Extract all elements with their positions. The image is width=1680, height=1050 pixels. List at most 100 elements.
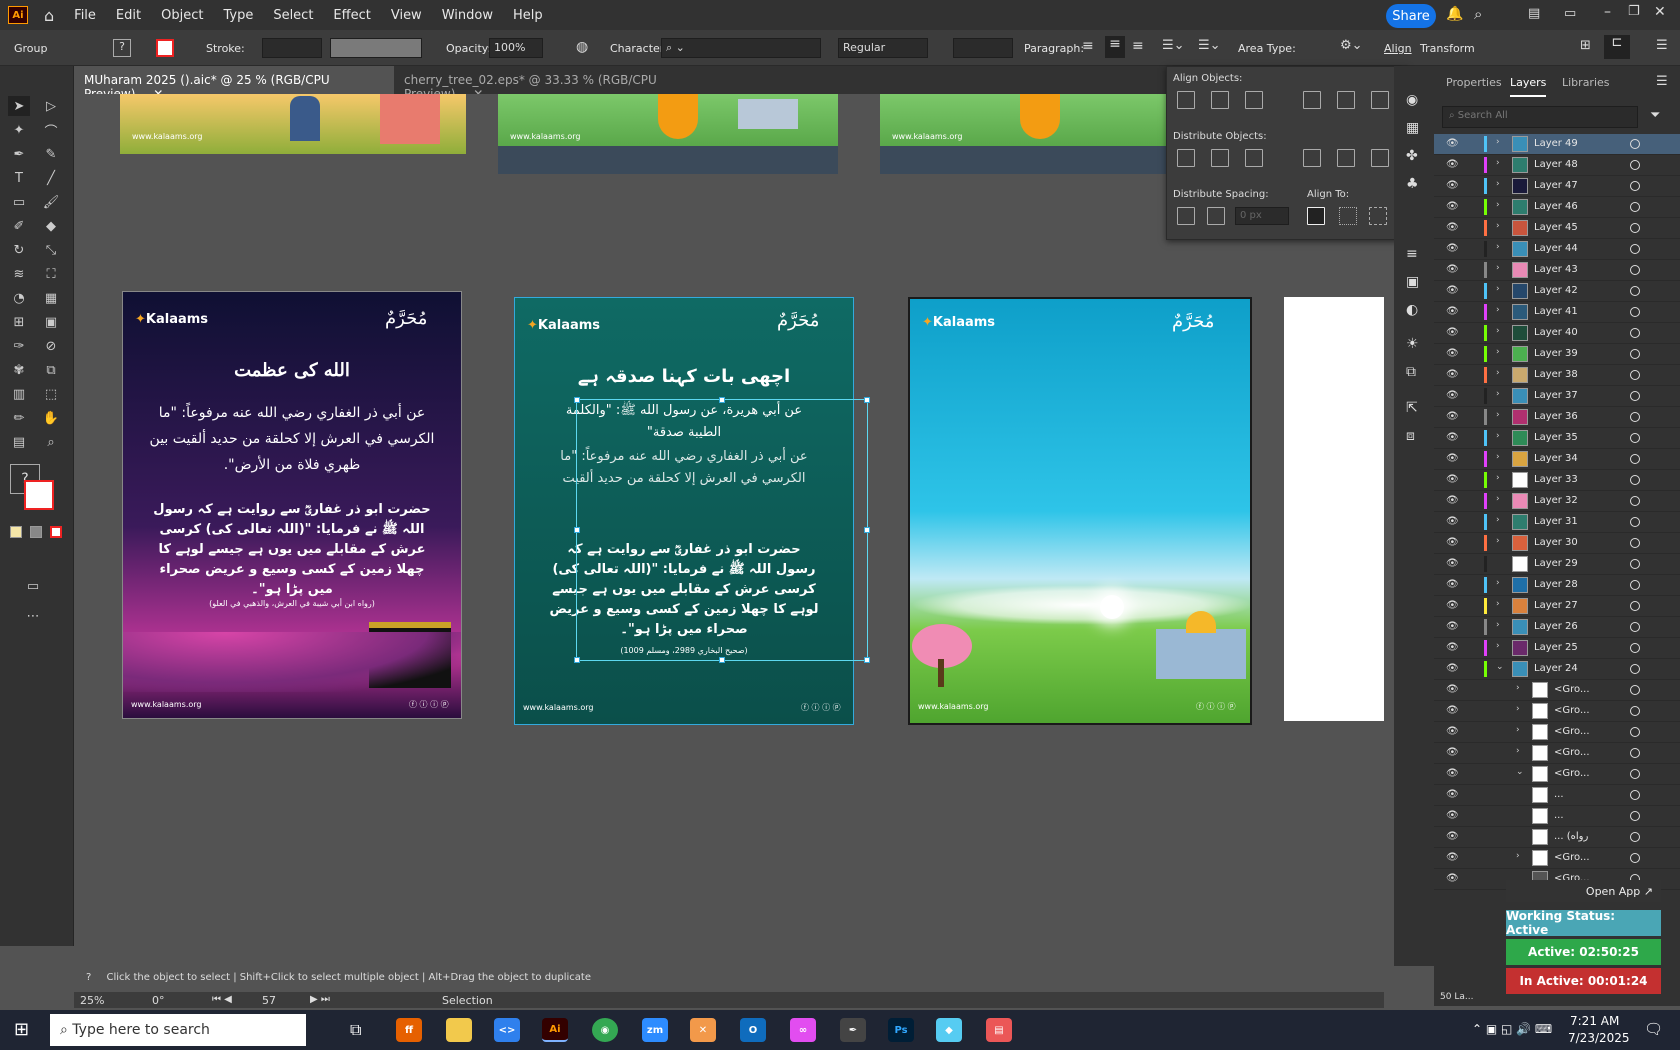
visibility-eye-icon[interactable]: 👁 [1446, 789, 1459, 800]
illustrator-taskbar-icon[interactable]: Ai [542, 1018, 568, 1042]
target-circle-icon[interactable] [1630, 349, 1640, 359]
expand-arrow-icon[interactable]: › [1496, 473, 1500, 483]
expand-arrow-icon[interactable]: › [1496, 410, 1500, 420]
vertical-align-bottom-icon[interactable] [1371, 91, 1389, 109]
swatches-panel-icon[interactable]: ▦ [1406, 120, 1419, 136]
expand-arrow-icon[interactable]: › [1496, 599, 1500, 609]
visibility-eye-icon[interactable]: 👁 [1446, 327, 1459, 338]
expand-arrow-icon[interactable]: › [1496, 263, 1500, 273]
target-circle-icon[interactable] [1630, 727, 1640, 737]
layers-search-input[interactable]: ⌕ Search All [1442, 106, 1638, 128]
target-circle-icon[interactable] [1630, 454, 1640, 464]
chrome-icon[interactable]: ◉ [592, 1018, 618, 1042]
target-circle-icon[interactable] [1630, 244, 1640, 254]
menu-effect[interactable]: Effect [323, 8, 380, 23]
windows-start-icon[interactable]: ⊞ [14, 1019, 29, 1040]
horizontal-align-right-icon[interactable] [1245, 91, 1263, 109]
expand-arrow-icon[interactable]: › [1496, 242, 1500, 252]
shaper-tool-icon[interactable]: ✐ [8, 216, 30, 236]
align-link[interactable]: Align [1384, 42, 1412, 55]
creative-cloud-icon[interactable]: ∞ [790, 1018, 816, 1042]
selection-bounding-box[interactable] [574, 397, 870, 663]
recolor-icon[interactable]: ◍ [576, 39, 588, 55]
visibility-eye-icon[interactable]: 👁 [1446, 810, 1459, 821]
visibility-eye-icon[interactable]: 👁 [1446, 705, 1459, 716]
expand-arrow-icon[interactable]: › [1496, 221, 1500, 231]
eyedropper-icon[interactable]: ✑ [8, 336, 30, 356]
arrange-icon[interactable]: ▭ [1564, 6, 1576, 21]
visibility-eye-icon[interactable]: 👁 [1446, 768, 1459, 779]
winrar-icon[interactable]: ▤ [986, 1018, 1012, 1042]
target-circle-icon[interactable] [1630, 790, 1640, 800]
expand-arrow-icon[interactable]: › [1496, 431, 1500, 441]
visibility-eye-icon[interactable]: 👁 [1446, 390, 1459, 401]
spacing-field[interactable]: 0 px [1235, 207, 1289, 225]
panel-menu-icon[interactable]: ☰ [1656, 74, 1668, 89]
paintbrush-icon[interactable]: 🖌 [40, 192, 62, 212]
layer-row[interactable]: 👁 › <Gro... [1434, 680, 1680, 701]
align-center-icon[interactable]: ≡ [1105, 36, 1125, 58]
target-circle-icon[interactable] [1630, 139, 1640, 149]
visibility-eye-icon[interactable]: 👁 [1446, 747, 1459, 758]
mesh-tool-icon[interactable]: ⊞ [8, 312, 30, 332]
visibility-eye-icon[interactable]: 👁 [1446, 537, 1459, 548]
selection-tool-icon[interactable]: ➤ [8, 96, 30, 116]
distribute-top-icon[interactable] [1177, 149, 1195, 167]
expand-arrow-icon[interactable]: › [1496, 368, 1500, 378]
expand-arrow-icon[interactable]: › [1496, 452, 1500, 462]
help-icon[interactable]: ? [86, 972, 91, 983]
artboard-sky[interactable]: ✦Kalaams مُحَرَّمٌ www.kalaams.org ⓕ ⓘ ⓘ… [908, 297, 1252, 725]
tab-properties[interactable]: Properties [1446, 76, 1502, 89]
export-panel-icon[interactable]: ⇱ [1406, 400, 1418, 416]
visibility-eye-icon[interactable]: 👁 [1446, 558, 1459, 569]
visibility-eye-icon[interactable]: 👁 [1446, 411, 1459, 422]
target-circle-icon[interactable] [1630, 664, 1640, 674]
shape-icon[interactable]: ⚙⌄ [1340, 38, 1363, 53]
layer-row[interactable]: 👁 › Layer 26 [1434, 617, 1680, 638]
layer-row[interactable]: 👁 › Layer 49 [1434, 134, 1680, 155]
distribute-right-icon[interactable] [1371, 149, 1389, 167]
target-circle-icon[interactable] [1630, 475, 1640, 485]
arrange-docs-icon[interactable]: ⊞ [1580, 38, 1591, 53]
more-tools-icon[interactable]: ⋯ [22, 606, 44, 626]
align-left-icon[interactable]: ≡ [1082, 38, 1094, 54]
expand-arrow-icon[interactable]: › [1496, 137, 1500, 147]
target-circle-icon[interactable] [1630, 412, 1640, 422]
visibility-eye-icon[interactable]: 👁 [1446, 516, 1459, 527]
visibility-eye-icon[interactable]: 👁 [1446, 222, 1459, 233]
curvature-tool-icon[interactable]: ✎ [40, 144, 62, 164]
menu-type[interactable]: Type [213, 8, 263, 23]
visibility-eye-icon[interactable]: 👁 [1446, 306, 1459, 317]
target-circle-icon[interactable] [1630, 223, 1640, 233]
menu-help[interactable]: Help [503, 8, 553, 23]
symbol-sprayer-icon[interactable]: ✾ [8, 360, 30, 380]
target-circle-icon[interactable] [1630, 706, 1640, 716]
layer-row[interactable]: 👁 › Layer 27 [1434, 596, 1680, 617]
gradient-panel-icon[interactable]: ▣ [1406, 274, 1419, 290]
artboard-next-icon[interactable]: ▶ ⏭ [310, 994, 330, 1005]
artboard-tool-icon[interactable]: ⬚ [40, 384, 62, 404]
layer-row[interactable]: 👁 › Layer 25 [1434, 638, 1680, 659]
target-circle-icon[interactable] [1630, 265, 1640, 275]
distribute-vcenter-icon[interactable] [1211, 149, 1229, 167]
expand-arrow-icon[interactable]: › [1496, 326, 1500, 336]
vscode-icon[interactable]: <> [494, 1018, 520, 1042]
layer-row[interactable]: 👁 Layer 29 [1434, 554, 1680, 575]
font-family-field[interactable]: ⌕ ⌄ [661, 38, 821, 58]
expand-arrow-icon[interactable]: › [1496, 641, 1500, 651]
variable-width-profile[interactable] [330, 38, 422, 58]
fill-swatch[interactable]: ? [113, 39, 131, 57]
visibility-eye-icon[interactable]: 👁 [1446, 684, 1459, 695]
graphic-styles-panel-icon[interactable]: ⧉ [1406, 364, 1416, 380]
maximize-icon[interactable]: ❐ [1628, 4, 1640, 19]
file-explorer-icon[interactable] [446, 1018, 472, 1042]
layer-row[interactable]: 👁 › Layer 34 [1434, 449, 1680, 470]
layer-row[interactable]: 👁 › Layer 35 [1434, 428, 1680, 449]
expand-arrow-icon[interactable]: ⌄ [1516, 767, 1524, 777]
properties-toggle-icon[interactable]: ⊏ [1604, 35, 1630, 59]
layer-row[interactable]: 👁 › Layer 39 [1434, 344, 1680, 365]
resize-handle[interactable] [719, 657, 725, 663]
expand-arrow-icon[interactable]: › [1516, 851, 1520, 861]
outlook-icon[interactable]: O [740, 1018, 766, 1042]
layer-row[interactable]: 👁 › <Gro... [1434, 701, 1680, 722]
